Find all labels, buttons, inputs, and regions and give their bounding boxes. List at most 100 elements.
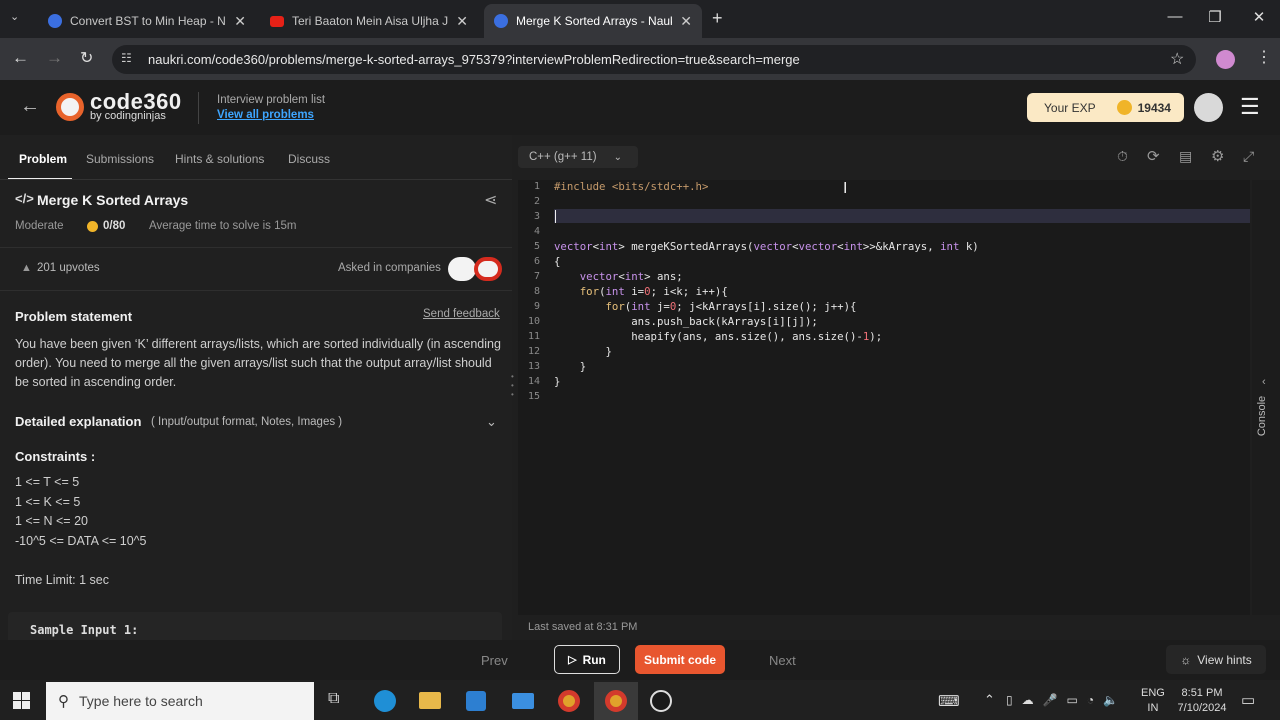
run-label: Run (582, 652, 606, 667)
browser-tab-bst[interactable]: Convert BST to Min Heap - Naukri ✕ (38, 4, 256, 38)
logo-subtext: by codingninjas (90, 110, 166, 122)
detailed-explanation-heading[interactable]: Detailed explanation (15, 414, 141, 429)
code-line-6: { (554, 255, 561, 268)
lightbulb-icon: ☼ (1180, 652, 1192, 667)
close-icon[interactable]: ✕ (456, 13, 468, 30)
tray-chevron-up-icon[interactable]: ⌃ (984, 692, 995, 708)
reload-icon[interactable]: ↻ (80, 48, 93, 68)
line-number: 7 (533, 271, 540, 282)
tab-discuss[interactable]: Discuss (288, 152, 330, 166)
notifications-icon[interactable]: ▭ (1241, 691, 1255, 709)
chevron-left-icon: ‹ (1262, 376, 1266, 388)
taskbar-search-box[interactable]: ⚲ Type here to search (46, 682, 314, 720)
language-indicator[interactable]: ENG IN (1141, 686, 1165, 716)
code-line-1: #include <bits/stdc++.h> (554, 180, 709, 193)
run-button[interactable]: ▷ Run (554, 645, 620, 674)
view-all-problems-link[interactable]: View all problems (217, 109, 314, 121)
chrome-icon[interactable] (558, 690, 580, 712)
windows-start-icon[interactable] (13, 692, 30, 709)
layout-icon[interactable]: ▤ (1179, 148, 1192, 165)
task-view-icon[interactable]: ⧉ (328, 690, 339, 708)
settings-gear-icon[interactable]: ⚙ (1211, 147, 1224, 165)
region-code: IN (1147, 702, 1159, 714)
code360-logo-icon[interactable] (56, 93, 84, 121)
language-select[interactable]: C++ (g++ 11) ⌄ (518, 146, 638, 168)
hamburger-menu-icon[interactable]: ☰ (1240, 94, 1260, 120)
bookmark-star-icon[interactable]: ☆ (1170, 49, 1184, 69)
line-number: 10 (527, 316, 540, 327)
file-explorer-icon[interactable] (419, 692, 441, 709)
edge-icon[interactable] (374, 690, 396, 712)
score-value: 0/80 (103, 220, 126, 232)
timer-icon[interactable]: ⏱ (1117, 148, 1128, 165)
tab-list-chevron-icon[interactable]: ⌄ (10, 10, 19, 23)
reset-code-icon[interactable]: ⟳ (1147, 147, 1160, 165)
mail-icon[interactable] (512, 693, 534, 709)
window-close-icon[interactable]: ✕ (1244, 8, 1274, 26)
send-feedback-link[interactable]: Send feedback (423, 308, 500, 320)
constraint-item: 1 <= T <= 5 (15, 475, 80, 489)
obs-icon[interactable] (650, 690, 672, 712)
panel-resize-handle[interactable]: • • • (511, 372, 515, 402)
tab-title: Merge K Sorted Arrays - Naukri (516, 14, 673, 28)
line-number: 12 (527, 346, 540, 357)
user-avatar[interactable] (1194, 93, 1223, 122)
section-divider (0, 290, 512, 291)
upvote-icon[interactable]: ▲ (21, 262, 32, 274)
line-number: 4 (533, 226, 540, 237)
fullscreen-icon[interactable]: ⤢ (1243, 148, 1254, 165)
site-info-icon[interactable]: ☷ (121, 51, 132, 65)
problem-list-title: Interview problem list (217, 94, 326, 106)
chevron-down-icon[interactable]: ⌄ (486, 414, 497, 430)
code-line-7: vector<int> ans; (579, 270, 683, 283)
header-divider (198, 92, 199, 124)
time-limit: Time Limit: 1 sec (15, 573, 110, 587)
forward-arrow-icon[interactable]: → (46, 48, 63, 68)
clock-date: 7/10/2024 (1177, 702, 1227, 714)
tab-title: Convert BST to Min Heap - Naukri (70, 14, 226, 28)
browser-tab-youtube[interactable]: Teri Baaton Mein Aisa Uljha Jiya ✕ (260, 4, 478, 38)
tab-problem[interactable]: Problem (19, 152, 67, 166)
problem-statement-heading: Problem statement (15, 309, 133, 324)
submit-code-button[interactable]: Submit code (635, 645, 725, 674)
line-number: 6 (533, 256, 540, 267)
difficulty-label: Moderate (15, 220, 64, 232)
exp-badge[interactable]: Your EXP 19434 (1027, 93, 1184, 122)
code-brackets-icon: </> (15, 191, 34, 206)
minimize-icon[interactable]: — (1160, 8, 1190, 25)
chrome-active-icon[interactable] (594, 682, 638, 720)
url-text: naukri.com/code360/problems/merge-k-sort… (148, 52, 800, 67)
next-button[interactable]: Next (769, 653, 796, 668)
console-panel-toggle[interactable]: ‹ Console (1252, 180, 1280, 615)
close-icon[interactable]: ✕ (680, 13, 692, 30)
tab-submissions[interactable]: Submissions (86, 152, 154, 166)
coin-icon (87, 221, 98, 232)
code-line-5: vector<int> mergeKSortedArrays(vector<ve… (554, 240, 979, 253)
store-icon[interactable] (466, 691, 486, 711)
meta-divider (0, 247, 512, 248)
back-arrow-icon[interactable]: ← (20, 95, 40, 118)
browser-menu-icon[interactable]: ⋮ (1256, 47, 1272, 67)
codingninjas-favicon-icon (494, 14, 508, 28)
mouse-ibeam-cursor: I (843, 180, 848, 197)
view-hints-button[interactable]: ☼ View hints (1166, 645, 1266, 674)
view-hints-label: View hints (1197, 652, 1252, 667)
new-tab-button[interactable]: + (712, 8, 723, 29)
share-icon[interactable]: ⋖ (484, 190, 497, 210)
tab-hints-solutions[interactable]: Hints & solutions (175, 152, 264, 166)
prev-button[interactable]: Prev (481, 653, 508, 668)
restore-icon[interactable]: ❐ (1200, 8, 1230, 26)
browser-tab-merge[interactable]: Merge K Sorted Arrays - Naukri ✕ (484, 4, 702, 38)
profile-avatar[interactable] (1216, 50, 1235, 69)
company-logo-icon[interactable] (448, 257, 476, 281)
code-line-8: for(int i=0; i<k; i++){ (579, 285, 728, 298)
exp-label: Your EXP (1044, 100, 1096, 115)
keyboard-icon[interactable]: ⌨ (938, 692, 960, 710)
problem-statement-text: You have been given ‘K’ different arrays… (15, 337, 501, 389)
back-arrow-icon[interactable]: ← (12, 48, 29, 68)
clock[interactable]: 8:51 PM 7/10/2024 (1172, 686, 1232, 716)
close-icon[interactable]: ✕ (234, 13, 246, 30)
url-input[interactable]: naukri.com/code360/problems/merge-k-sort… (112, 45, 1196, 74)
coin-icon (1116, 100, 1132, 115)
company-logo-icon[interactable] (474, 257, 502, 281)
